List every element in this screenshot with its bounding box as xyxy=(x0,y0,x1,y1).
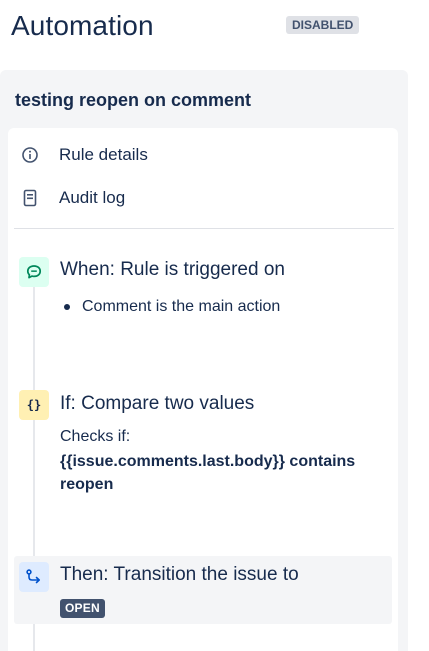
rule-details-link[interactable]: Rule details xyxy=(20,141,148,169)
trigger-step-icon[interactable] xyxy=(19,257,49,287)
status-badge: DISABLED xyxy=(286,16,360,34)
audit-log-link[interactable]: Audit log xyxy=(20,184,125,212)
trigger-detail: Comment is the main action xyxy=(82,298,281,315)
info-icon xyxy=(20,145,40,165)
checks-label: Checks if: xyxy=(60,428,131,445)
rule-name: testing reopen on comment xyxy=(15,90,252,110)
open-status-badge: OPEN xyxy=(60,599,105,618)
bullet-icon xyxy=(64,304,70,310)
action-step-icon[interactable] xyxy=(19,562,49,592)
action-title[interactable]: Then: Transition the issue to xyxy=(60,564,299,586)
condition-expression: {{issue.comments.last.body}} contains re… xyxy=(60,453,356,493)
rule-details-label: Rule details xyxy=(59,145,148,164)
condition-title[interactable]: If: Compare two values xyxy=(60,393,254,415)
braces-icon[interactable]: {} xyxy=(19,390,49,420)
transition-icon xyxy=(26,569,40,584)
page-title: Automation xyxy=(11,10,154,41)
document-icon xyxy=(20,188,40,208)
list-item: Comment is the main action xyxy=(64,298,280,316)
trigger-title[interactable]: When: Rule is triggered on xyxy=(60,259,285,281)
trigger-detail-list: Comment is the main action xyxy=(64,298,280,316)
audit-log-label: Audit log xyxy=(59,188,126,207)
page-header: Automation DISABLED xyxy=(11,8,421,48)
divider xyxy=(14,228,394,229)
comment-icon xyxy=(26,265,42,279)
